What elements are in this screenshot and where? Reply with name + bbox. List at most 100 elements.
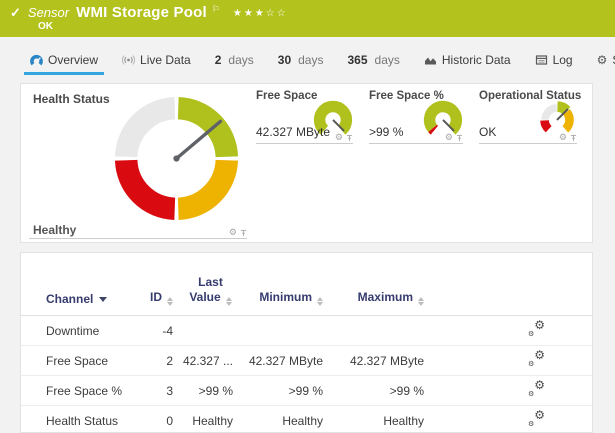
channel-last-value: 42.327 ...	[173, 345, 248, 376]
gear-icon[interactable]: ⚙	[559, 133, 567, 142]
channel-last-value: Healthy	[173, 405, 248, 432]
edit-channel-icon[interactable]: ⚙ ⚙	[528, 379, 545, 398]
tab-historic-data[interactable]: Historic Data	[424, 43, 511, 77]
edit-channel-icon[interactable]: ⚙ ⚙	[528, 349, 545, 368]
sort-icon	[317, 297, 323, 306]
table-row: Free Space 2 42.327 ... 42.327 MByte 42.…	[21, 345, 592, 376]
channel-name[interactable]: Free Space	[21, 345, 141, 376]
gear-icon[interactable]: ⚙	[445, 133, 453, 142]
channel-name[interactable]: Health Status	[21, 405, 141, 432]
tab-label: days	[298, 53, 324, 67]
column-header-minimum[interactable]: Minimum	[248, 253, 323, 316]
tab-live-data[interactable]: Live Data	[122, 43, 191, 77]
table-row: Downtime -4 ⚙ ⚙	[21, 315, 592, 346]
channel-minimum: >99 %	[248, 375, 323, 406]
chart-icon	[424, 57, 436, 65]
tab-label: Log	[552, 53, 573, 67]
tab-number: 30	[277, 53, 292, 67]
channel-last-value	[173, 315, 248, 346]
tab-settings[interactable]: ⚙ Settings	[597, 43, 615, 77]
channel-id: 3	[141, 375, 173, 406]
tab-label: days	[374, 53, 400, 67]
column-header-maximum[interactable]: Maximum	[323, 253, 424, 316]
gear-icon[interactable]: ⚙	[229, 228, 237, 237]
sensor-header: ✓ Sensor WMI Storage Pool ⚐ ★★★☆☆ OK	[0, 0, 615, 37]
pin-icon[interactable]	[570, 134, 577, 142]
tab-label: Historic Data	[441, 53, 511, 67]
flag-icon[interactable]: ⚐	[212, 4, 220, 15]
column-label: Channel	[46, 292, 94, 306]
gauge-actions: ⚙	[335, 133, 353, 142]
tab-number: 2	[214, 53, 222, 67]
column-label: Minimum	[259, 290, 312, 304]
free-space-gauge-panel: Free Space 42.327 MByte ⚙	[256, 90, 353, 144]
health-status-gauge-panel: Health Status Healthy ⚙	[21, 84, 271, 242]
overview-gauges-card: Health Status Healthy ⚙ Free Space 42.32…	[20, 83, 593, 243]
channel-minimum: 42.327 MByte	[248, 345, 323, 376]
column-header-last-value[interactable]: Last Value	[173, 253, 248, 316]
channel-name[interactable]: Free Space %	[21, 375, 141, 406]
gauge-footer: Healthy ⚙	[29, 223, 247, 239]
gauge-value: OK	[479, 125, 497, 139]
tab-label: Overview	[48, 53, 99, 67]
channel-name[interactable]: Downtime	[21, 315, 141, 346]
tab-2-days[interactable]: 2 days	[215, 43, 254, 77]
channels-table-card: Channel ID Last Value Minimum Maximum Dow…	[20, 252, 593, 433]
column-label: Value	[189, 290, 221, 304]
column-label: Last	[198, 275, 223, 289]
pin-icon[interactable]	[456, 134, 463, 142]
edit-channel-icon[interactable]: ⚙ ⚙	[528, 409, 545, 428]
sort-desc-icon	[99, 297, 108, 302]
sort-icon	[225, 297, 232, 306]
gauge-value: Healthy	[33, 223, 77, 237]
tab-30-days[interactable]: 30 days	[278, 43, 324, 77]
sort-icon	[418, 297, 424, 306]
channel-maximum: 42.327 MByte	[323, 345, 424, 376]
column-label: Maximum	[357, 290, 413, 304]
tab-365-days[interactable]: 365 days	[347, 43, 399, 77]
free-space-percent-gauge-panel: Free Space % >99 % ⚙	[369, 90, 463, 144]
priority-stars[interactable]: ★★★☆☆	[233, 8, 288, 19]
column-label: ID	[150, 290, 162, 304]
channel-maximum: Healthy	[323, 405, 424, 432]
channel-minimum: Healthy	[248, 405, 323, 432]
channel-minimum	[248, 315, 323, 346]
gauge-actions: ⚙	[229, 228, 247, 237]
broadcast-icon	[122, 55, 136, 65]
operational-status-gauge-panel: Operational Status OK ⚙	[479, 90, 581, 144]
gauge-value: 42.327 MByte	[256, 125, 331, 139]
table-header-row: Channel ID Last Value Minimum Maximum	[21, 253, 592, 316]
tab-label: Live Data	[140, 53, 191, 67]
pin-icon[interactable]	[346, 134, 353, 142]
gauge-title: Health Status	[33, 92, 110, 106]
channel-last-value: >99 %	[173, 375, 248, 406]
column-header-actions	[424, 253, 592, 316]
channel-id: 0	[141, 405, 173, 432]
tab-overview[interactable]: Overview	[23, 43, 105, 77]
channels-table: Channel ID Last Value Minimum Maximum Dow…	[21, 253, 592, 432]
tab-number: 365	[347, 53, 368, 67]
gauge-icon	[30, 54, 43, 65]
stars-empty: ☆☆	[265, 8, 288, 19]
tab-bar: Overview Live Data 2 days 30 days 365 da…	[0, 37, 615, 83]
gauge-actions: ⚙	[559, 133, 577, 142]
column-header-channel[interactable]: Channel	[21, 253, 141, 316]
stars-filled: ★★★	[232, 8, 266, 19]
sort-icon	[167, 297, 173, 306]
tab-log[interactable]: Log	[535, 43, 573, 77]
status-check-icon: ✓	[10, 5, 21, 20]
gauge-title: Free Space	[256, 90, 318, 102]
gauge-value: >99 %	[369, 125, 404, 139]
table-row: Free Space % 3 >99 % >99 % >99 % ⚙ ⚙	[21, 375, 592, 406]
page-title: WMI Storage Pool	[76, 4, 207, 21]
object-kind-label: Sensor	[27, 5, 70, 20]
status-badge: OK	[38, 21, 53, 32]
gear-icon[interactable]: ⚙	[335, 133, 343, 142]
gear-icon: ⚙	[596, 53, 608, 67]
edit-channel-icon[interactable]: ⚙ ⚙	[528, 319, 545, 338]
pin-icon[interactable]	[240, 229, 247, 237]
health-status-gauge	[114, 96, 239, 221]
channel-maximum	[323, 315, 424, 346]
log-icon	[535, 55, 547, 65]
column-header-id[interactable]: ID	[141, 253, 173, 316]
